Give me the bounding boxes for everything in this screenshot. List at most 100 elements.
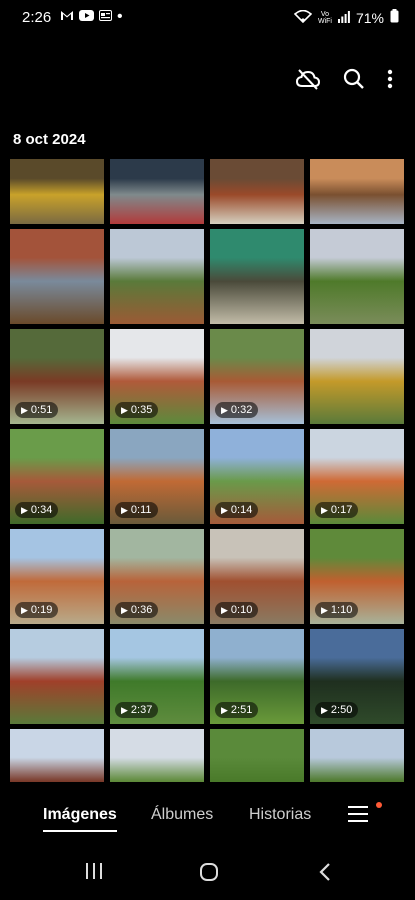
video-duration: 0:11 <box>130 504 152 516</box>
video-thumbnail[interactable]: ▶ 0:51 <box>10 329 104 424</box>
more-options-icon[interactable] <box>387 69 397 89</box>
gmail-icon <box>60 10 74 24</box>
photo-thumbnail[interactable] <box>310 729 404 782</box>
vowifi-label-line2: WiFi <box>317 17 332 25</box>
recent-apps-icon[interactable] <box>84 862 104 885</box>
photo-grid: ▶ 0:51 ▶ 0:35 ▶ 0:32 ▶ 0:34 ▶ 0:11 ▶ 0:14 ▶ 0:17 ▶ 0:19… <box>10 159 406 782</box>
video-duration: 0:14 <box>230 504 253 516</box>
photo-thumbnail[interactable] <box>110 229 204 324</box>
video-thumbnail[interactable]: ▶ 0:17 <box>310 429 404 524</box>
wifi-icon <box>293 9 313 26</box>
play-icon: ▶ <box>321 504 328 515</box>
date-header: 8 oct 2024 <box>13 131 86 148</box>
system-navigation-bar <box>0 858 415 892</box>
video-duration: 0:17 <box>330 504 353 516</box>
play-icon: ▶ <box>221 504 228 515</box>
video-duration: 0:32 <box>230 404 253 416</box>
play-icon: ▶ <box>321 604 328 615</box>
photo-thumbnail[interactable] <box>310 329 404 424</box>
status-time: 2:26 <box>22 9 52 26</box>
video-duration-badge: ▶ 0:36 <box>115 602 159 618</box>
video-duration-badge: ▶ 0:10 <box>215 602 259 618</box>
video-thumbnail[interactable]: ▶ 0:35 <box>110 329 204 424</box>
news-icon <box>99 10 112 24</box>
video-duration-badge: ▶ 2:50 <box>315 702 359 718</box>
play-icon: ▶ <box>21 404 28 415</box>
video-duration: 0:36 <box>130 604 153 616</box>
photo-thumbnail[interactable] <box>210 229 304 324</box>
more-notifications-dot-icon: • <box>117 8 123 25</box>
video-duration-badge: ▶ 0:11 <box>115 502 158 518</box>
video-duration: 2:51 <box>230 704 253 716</box>
play-icon: ▶ <box>21 604 28 615</box>
status-bar: 2:26 • Vo WiFi 71% <box>0 0 415 34</box>
photo-thumbnail[interactable] <box>10 229 104 324</box>
video-thumbnail[interactable]: ▶ 0:19 <box>10 529 104 624</box>
video-thumbnail[interactable]: ▶ 2:51 <box>210 629 304 724</box>
vowifi-label-line1: Vo <box>320 10 330 18</box>
video-duration-badge: ▶ 0:19 <box>15 602 59 618</box>
home-icon[interactable] <box>199 862 219 887</box>
play-icon: ▶ <box>221 704 228 715</box>
video-thumbnail[interactable]: ▶ 0:32 <box>210 329 304 424</box>
video-duration-badge: ▶ 0:51 <box>15 402 59 418</box>
video-duration-badge: ▶ 2:51 <box>215 702 259 718</box>
video-duration: 0:51 <box>30 404 53 416</box>
video-duration-badge: ▶ 0:17 <box>315 502 359 518</box>
status-right: Vo WiFi 71% <box>293 9 399 26</box>
signal-icon <box>337 10 350 26</box>
tab-historias[interactable]: Historias <box>249 806 311 824</box>
video-duration-badge: ▶ 0:34 <box>15 502 59 518</box>
play-icon: ▶ <box>321 704 328 715</box>
top-actions <box>295 68 397 90</box>
video-thumbnail[interactable]: ▶ 0:36 <box>110 529 204 624</box>
bottom-nav: Imágenes Álbumes Historias <box>0 796 415 836</box>
photo-thumbnail[interactable] <box>110 159 204 224</box>
notification-icons: • <box>60 8 123 25</box>
menu-icon[interactable] <box>348 806 368 824</box>
play-icon: ▶ <box>221 404 228 415</box>
video-thumbnail[interactable]: ▶ 0:11 <box>110 429 204 524</box>
back-icon[interactable] <box>318 862 332 887</box>
video-duration: 0:10 <box>230 604 253 616</box>
photo-thumbnail[interactable] <box>310 159 404 224</box>
video-duration-badge: ▶ 2:37 <box>115 702 159 718</box>
video-duration: 0:35 <box>130 404 153 416</box>
video-thumbnail[interactable]: ▶ 2:50 <box>310 629 404 724</box>
video-duration-badge: ▶ 0:32 <box>215 402 259 418</box>
photo-thumbnail[interactable] <box>10 159 104 224</box>
video-duration: 2:50 <box>330 704 353 716</box>
search-icon[interactable] <box>343 68 365 90</box>
battery-percent: 71% <box>355 9 384 26</box>
video-duration: 0:34 <box>30 504 53 516</box>
tab-albumes[interactable]: Álbumes <box>151 806 213 824</box>
video-duration-badge: ▶ 1:10 <box>315 602 359 618</box>
notification-dot <box>376 802 382 808</box>
cloud-off-icon[interactable] <box>295 68 321 90</box>
photo-thumbnail[interactable] <box>210 159 304 224</box>
play-icon: ▶ <box>221 604 228 615</box>
video-thumbnail[interactable]: ▶ 0:14 <box>210 429 304 524</box>
vowifi-label: Vo WiFi <box>318 11 332 25</box>
tab-imagenes[interactable]: Imágenes <box>43 806 117 832</box>
play-icon: ▶ <box>121 404 128 415</box>
video-thumbnail[interactable]: ▶ 0:10 <box>210 529 304 624</box>
photo-thumbnail[interactable] <box>110 729 204 782</box>
photo-thumbnail[interactable] <box>310 229 404 324</box>
play-icon: ▶ <box>121 604 128 615</box>
video-duration-badge: ▶ 0:14 <box>215 502 259 518</box>
video-duration: 1:10 <box>330 604 353 616</box>
photo-thumbnail[interactable] <box>10 729 104 782</box>
video-duration: 0:19 <box>30 604 53 616</box>
video-thumbnail[interactable]: ▶ 2:37 <box>110 629 204 724</box>
youtube-icon <box>79 10 94 24</box>
photo-thumbnail[interactable] <box>210 729 304 782</box>
play-icon: ▶ <box>21 504 28 515</box>
photo-thumbnail[interactable] <box>10 629 104 724</box>
video-thumbnail[interactable]: ▶ 0:34 <box>10 429 104 524</box>
video-thumbnail[interactable]: ▶ 1:10 <box>310 529 404 624</box>
battery-icon <box>390 9 399 26</box>
video-duration-badge: ▶ 0:35 <box>115 402 159 418</box>
video-duration: 2:37 <box>130 704 153 716</box>
play-icon: ▶ <box>121 704 128 715</box>
